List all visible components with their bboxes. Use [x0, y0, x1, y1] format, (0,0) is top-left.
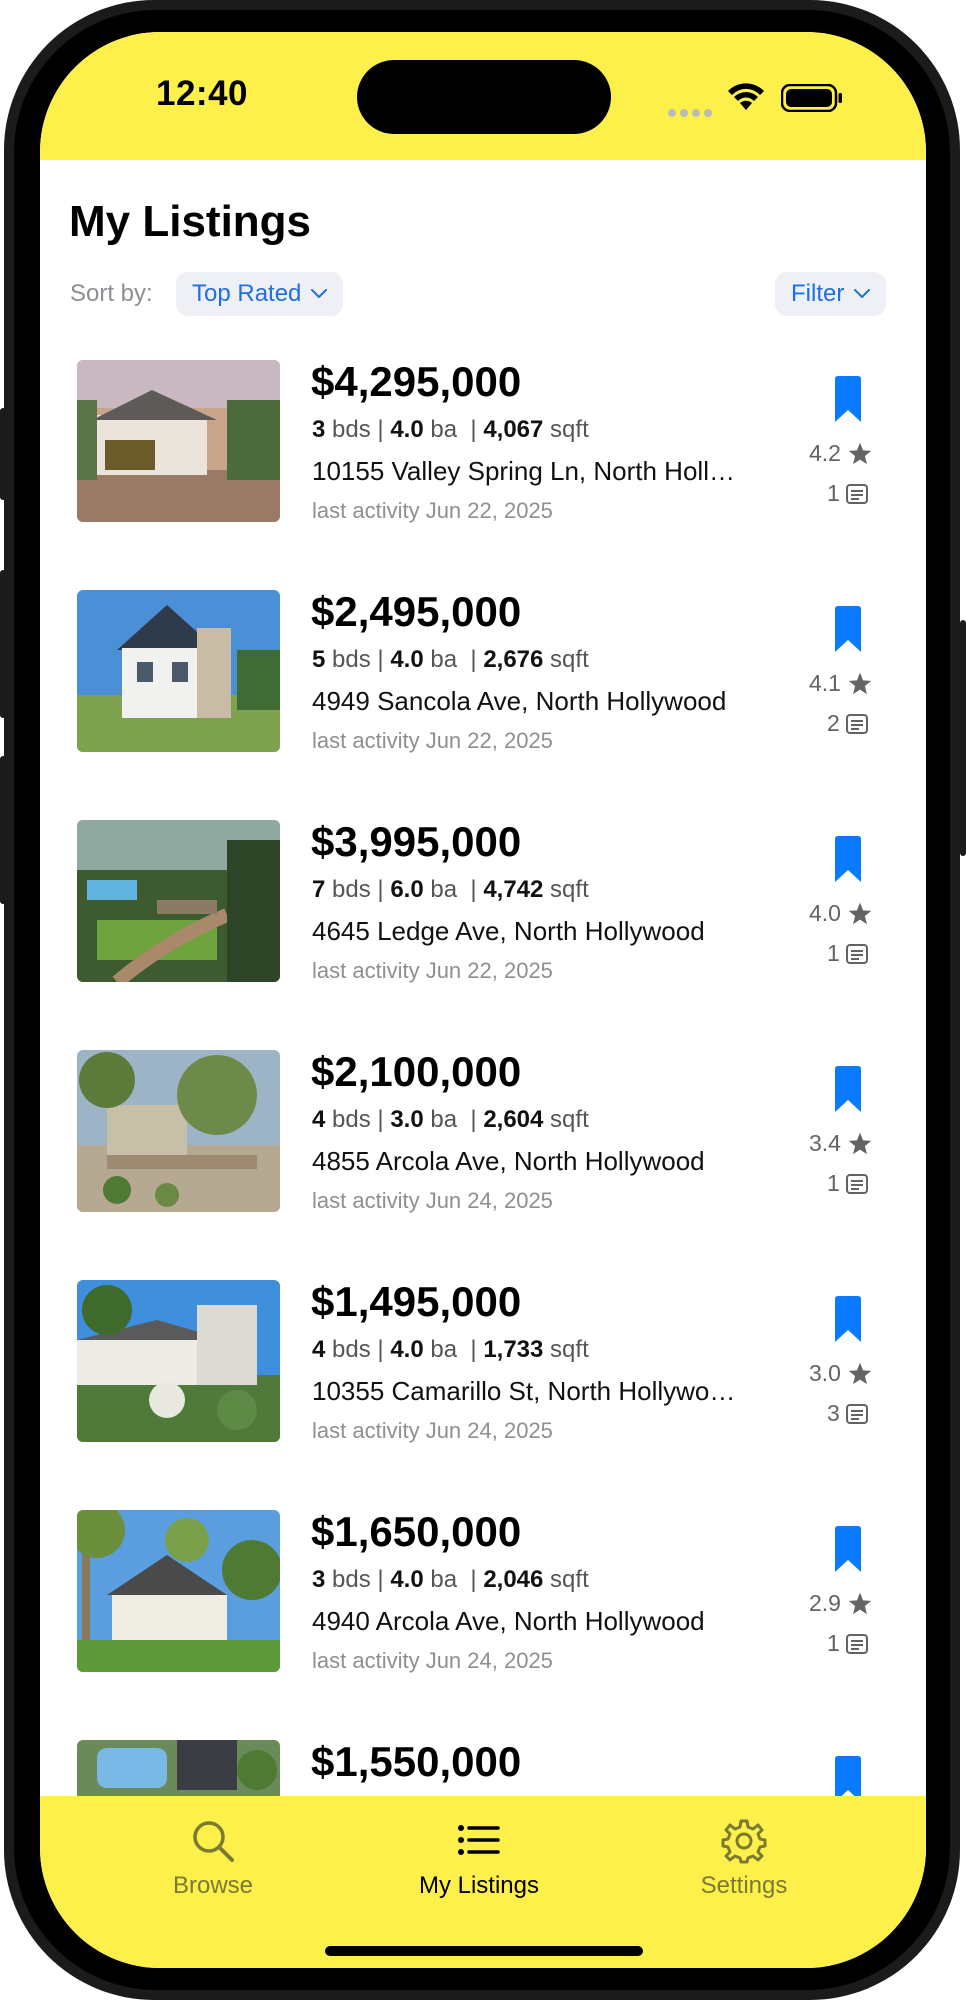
battery-icon [781, 84, 842, 112]
star-icon [848, 1132, 872, 1154]
star-icon [848, 442, 872, 464]
bookmark-icon[interactable] [833, 1066, 863, 1112]
listing-activity: last activity Jun 24, 2025 [312, 1188, 553, 1213]
listing-rating: 3.4 [809, 1130, 873, 1157]
page-title: My Listings [69, 197, 312, 246]
listing-row[interactable]: $2,100,000 4 bds | 3.0 ba | 2,604 sqft 4… [40, 1048, 926, 1250]
bookmark-icon[interactable] [833, 1526, 863, 1572]
listing-photo [77, 590, 280, 752]
status-bar: 12:40 [40, 32, 926, 160]
listing-specs: 3 bds | 4.0 ba | 2,046 sqft [312, 1566, 589, 1593]
listing-address: 4949 Sancola Ave, North Hollywood [312, 686, 727, 716]
bookmark-icon[interactable] [833, 606, 863, 652]
listing-notes[interactable]: 2 [827, 710, 868, 737]
star-icon [848, 672, 872, 694]
listing-row[interactable]: $4,295,000 3 bds | 4.0 ba | 4,067 sqft 1… [40, 358, 926, 560]
listing-rating: 4.2 [809, 440, 873, 467]
listing-price: $3,995,000 [311, 818, 522, 865]
listing-specs: 3 bds | 4.0 ba | 4,067 sqft [312, 416, 589, 443]
tab-label: Browse [172, 1872, 254, 1899]
listing-activity: last activity Jun 24, 2025 [312, 1648, 553, 1673]
search-icon [193, 1821, 234, 1862]
listing-activity: last activity Jun 22, 2025 [312, 498, 553, 523]
filter-button[interactable]: Filter [775, 272, 887, 316]
listing-notes[interactable]: 1 [827, 480, 868, 507]
listing-row[interactable]: $2,495,000 5 bds | 4.0 ba | 2,676 sqft 4… [40, 588, 926, 790]
listing-activity: last activity Jun 22, 2025 [312, 958, 553, 983]
volume-up-button [0, 570, 6, 718]
note-icon [845, 1403, 868, 1424]
listing-notes[interactable]: 1 [827, 1170, 868, 1197]
listing-photo [77, 1510, 280, 1672]
listing-address: 4855 Arcola Ave, North Hollywood [312, 1146, 705, 1176]
chevron-down-icon [854, 289, 871, 298]
note-icon [845, 483, 868, 504]
listing-specs: 4 bds | 3.0 ba | 2,604 sqft [312, 1106, 589, 1133]
listing-photo [77, 820, 280, 982]
list-icon [458, 1825, 500, 1855]
listing-row[interactable]: $1,650,000 3 bds | 4.0 ba | 2,046 sqft 4… [40, 1508, 926, 1710]
star-icon [848, 1592, 872, 1614]
home-indicator [325, 1946, 643, 1956]
status-time: 12:40 [156, 74, 249, 113]
chevron-down-icon [311, 289, 328, 298]
sort-value: Top Rated [192, 280, 302, 307]
sort-dropdown[interactable]: Top Rated [176, 272, 344, 316]
bookmark-icon[interactable] [833, 376, 863, 422]
wifi-icon [728, 83, 764, 110]
listing-price: $2,495,000 [311, 588, 522, 635]
listing-photo [77, 1050, 280, 1212]
listing-address: 10155 Valley Spring Ln, North Hollywood [312, 456, 738, 486]
listing-rating: 3.0 [809, 1360, 873, 1387]
listing-rating: 4.0 [809, 900, 873, 927]
listing-address: 4940 Arcola Ave, North Hollywood [312, 1606, 705, 1636]
tab-bar: Browse My Listings Settings [40, 1796, 926, 1968]
listing-rating: 2.9 [809, 1590, 873, 1617]
app-screen: 12:40 My Listings Sort by: Top Rated Fil… [40, 32, 926, 1968]
dynamic-island [357, 60, 611, 134]
listing-specs: 7 bds | 6.0 ba | 4,742 sqft [312, 876, 589, 903]
listing-address: 10355 Camarillo St, North Hollywood [312, 1376, 738, 1406]
tab-label: Settings [700, 1872, 788, 1899]
tab-my-listings[interactable]: My Listings [389, 1818, 569, 1900]
note-icon [845, 713, 868, 734]
star-icon [848, 902, 872, 924]
bookmark-icon[interactable] [833, 1296, 863, 1342]
star-icon [848, 1362, 872, 1384]
volume-down-button [0, 756, 6, 904]
tab-browse[interactable]: Browse [123, 1818, 303, 1900]
listing-row[interactable]: $1,495,000 4 bds | 4.0 ba | 1,733 sqft 1… [40, 1278, 926, 1480]
listing-price: $2,100,000 [311, 1048, 522, 1095]
power-button [960, 620, 966, 856]
listing-photo [77, 360, 280, 522]
listing-price: $4,295,000 [311, 358, 522, 405]
listing-row[interactable]: $3,995,000 7 bds | 6.0 ba | 4,742 sqft 4… [40, 818, 926, 1020]
listing-price: $1,495,000 [311, 1278, 522, 1325]
listing-notes[interactable]: 1 [827, 940, 868, 967]
listing-price: $1,550,000 [311, 1738, 522, 1785]
action-button [0, 408, 6, 500]
note-icon [845, 943, 868, 964]
listing-specs: 5 bds | 4.0 ba | 2,676 sqft [312, 646, 589, 673]
listing-photo [77, 1280, 280, 1442]
bookmark-icon[interactable] [833, 836, 863, 882]
cellular-signal-icon [668, 104, 716, 122]
sort-label: Sort by: [70, 280, 153, 307]
listing-notes[interactable]: 1 [827, 1630, 868, 1657]
listing-address: 4645 Ledge Ave, North Hollywood [312, 916, 705, 946]
listing-notes[interactable]: 3 [827, 1400, 868, 1427]
listing-specs: 4 bds | 4.0 ba | 1,733 sqft [312, 1336, 589, 1363]
listing-activity: last activity Jun 24, 2025 [312, 1418, 553, 1443]
tab-settings[interactable]: Settings [654, 1818, 834, 1900]
listing-price: $1,650,000 [311, 1508, 522, 1555]
note-icon [845, 1173, 868, 1194]
listing-rating: 4.1 [809, 670, 873, 697]
gear-icon [721, 1819, 767, 1864]
listing-activity: last activity Jun 22, 2025 [312, 728, 553, 753]
filter-label: Filter [791, 280, 845, 307]
note-icon [845, 1633, 868, 1654]
tab-label: My Listings [418, 1872, 540, 1899]
